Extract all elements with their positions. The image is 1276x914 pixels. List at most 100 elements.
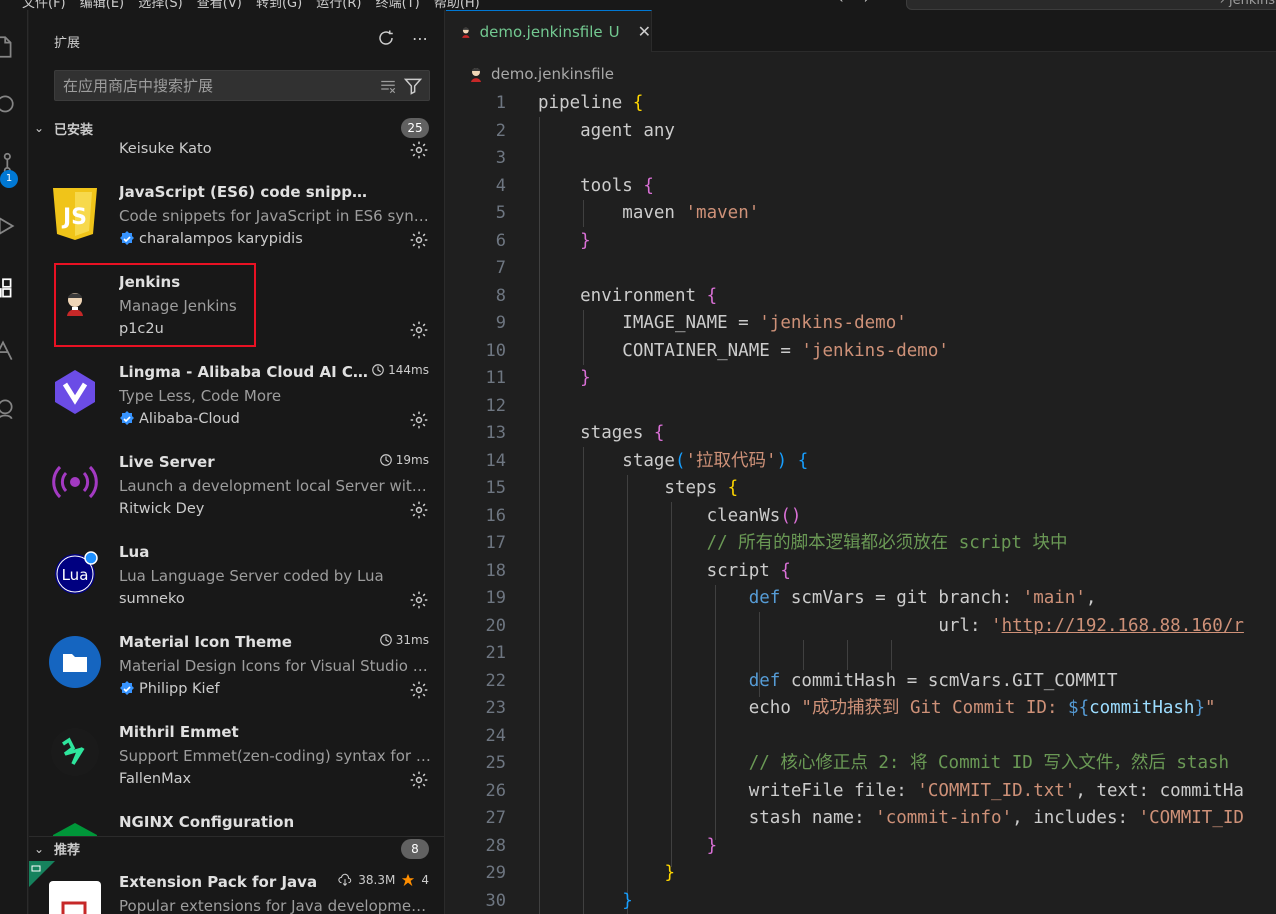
code-line[interactable]: 28 }: [446, 833, 1276, 861]
code-line[interactable]: 5 maven 'maven': [446, 200, 1276, 228]
code-line[interactable]: 19 def scmVars = git branch: 'main',: [446, 585, 1276, 613]
extension-item-mithril-emmet[interactable]: Mithril Emmet Support Emmet(zen-coding) …: [29, 711, 444, 801]
code-text: pipeline {: [538, 93, 644, 113]
line-number: 7: [495, 258, 506, 278]
code-text: agent any: [538, 120, 675, 141]
code-line[interactable]: 29 }: [446, 860, 1276, 888]
line-number: 8: [495, 285, 506, 306]
activation-time: 31ms: [379, 633, 429, 647]
extension-item-lingma[interactable]: Lingma - Alibaba Cloud AI Cod... 144ms T…: [29, 351, 444, 441]
gear-icon[interactable]: [409, 770, 429, 790]
code-line[interactable]: 26 writeFile file: 'COMMIT_ID.txt', text…: [446, 778, 1276, 806]
code-text: }: [580, 230, 591, 251]
code-line[interactable]: 6 }: [446, 228, 1276, 256]
code-line[interactable]: 14 stage('拉取代码') {: [446, 448, 1276, 476]
code-line[interactable]: 16 cleanWs(): [446, 503, 1276, 531]
code-text: writeFile file: 'COMMIT_ID.txt', text: c…: [538, 780, 1244, 801]
code-line[interactable]: 10 CONTAINER_NAME = 'jenkins-demo': [446, 338, 1276, 366]
code-text: stages {: [538, 423, 665, 443]
code-line[interactable]: 18 script {: [446, 558, 1276, 586]
star-icon: [402, 873, 415, 887]
extension-name: Lua: [119, 543, 150, 561]
breadcrumb[interactable]: demo.jenkinsfile: [468, 65, 614, 83]
extension-item-java-pack[interactable]: Extension Pack for Java 38.3M 4 Popular …: [29, 861, 444, 914]
code-line[interactable]: 12: [446, 393, 1276, 421]
jenkins-activity-icon[interactable]: [0, 396, 16, 422]
extension-item-js-snippets[interactable]: JS JavaScript (ES6) code snippets Code s…: [29, 171, 444, 261]
remote-explorer-icon[interactable]: [0, 338, 16, 364]
gear-icon[interactable]: [409, 680, 429, 700]
code-line[interactable]: 13 stages {: [446, 420, 1276, 448]
code-line[interactable]: 17 // 所有的脚本逻辑都必须放在 script 块中: [446, 530, 1276, 558]
code-line[interactable]: 24: [446, 723, 1276, 751]
code-text: maven 'maven': [538, 203, 760, 223]
code-line[interactable]: 23 echo "成功捕获到 Git Commit ID: ${commitHa…: [446, 695, 1276, 723]
explorer-icon[interactable]: [0, 34, 16, 60]
recommended-section-header[interactable]: ⌄ 推荐 8: [29, 836, 444, 860]
code-line[interactable]: 22 def commitHash = scmVars.GIT_COMMIT: [446, 668, 1276, 696]
extension-description: Material Design Icons for Visual Studio …: [119, 657, 431, 675]
gear-icon[interactable]: [409, 500, 429, 520]
close-icon[interactable]: ✕: [638, 22, 651, 41]
menu-items[interactable]: 文件(F) 编辑(E) 选择(S) 查看(V) 转到(G) 运行(R) 终端(T…: [22, 0, 480, 10]
line-number: 26: [485, 780, 506, 801]
sidebar-title: 扩展: [54, 36, 81, 51]
code-line[interactable]: 20 url: 'http://192.168.88.160/r: [446, 613, 1276, 641]
line-number: 27: [485, 808, 506, 828]
line-number: 15: [485, 478, 506, 498]
line-number: 16: [485, 505, 506, 526]
nav-arrows[interactable]: ‹›: [838, 0, 889, 7]
extension-name: Lingma - Alibaba Cloud AI Cod...: [119, 363, 369, 381]
code-text: steps {: [538, 478, 739, 498]
code-line[interactable]: 8 environment {: [446, 283, 1276, 311]
extension-item-nginx[interactable]: NGINX Configuration: [29, 801, 444, 837]
line-number: 22: [485, 670, 506, 691]
code-line[interactable]: 1 pipeline {: [446, 90, 1276, 118]
code-line[interactable]: 7: [446, 255, 1276, 283]
gear-icon[interactable]: [409, 590, 429, 610]
code-line[interactable]: 9 IMAGE_NAME = 'jenkins-demo': [446, 310, 1276, 338]
code-line[interactable]: 30 }: [446, 888, 1276, 914]
code-line[interactable]: 11 }: [446, 365, 1276, 393]
code-line[interactable]: 4 tools {: [446, 173, 1276, 201]
more-actions-icon[interactable]: ⋯: [410, 28, 430, 48]
refresh-icon[interactable]: [376, 28, 396, 48]
chevron-down-icon: ⌄: [34, 841, 45, 856]
code-line[interactable]: 3: [446, 145, 1276, 173]
extensions-sidebar: 扩展 ⋯ ⌄ 已安装 25 Keisuke Kato JS JavaScript…: [29, 10, 445, 914]
extension-item-lua[interactable]: Lua Lua Lua Language Server coded by Lua…: [29, 531, 444, 621]
gear-icon[interactable]: [409, 320, 429, 340]
command-center-text: › jenkins: [1219, 0, 1275, 8]
code-text: stash name: 'commit-info', includes: 'CO…: [538, 808, 1244, 828]
line-number: 11: [485, 368, 506, 388]
lua-logo-icon: Lua: [49, 546, 101, 598]
code-line[interactable]: 27 stash name: 'commit-info', includes: …: [446, 805, 1276, 833]
extensions-icon[interactable]: [0, 276, 16, 302]
command-center[interactable]: › jenkins: [906, 0, 1276, 10]
gear-icon[interactable]: [409, 230, 429, 250]
code-line[interactable]: 25 // 核心修正点 2: 将 Commit ID 写入文件，然后 stash: [446, 750, 1276, 778]
history-icon: [379, 454, 392, 466]
line-number: 30: [485, 890, 506, 911]
tab-demo-jenkinsfile[interactable]: demo.jenkinsfile U ✕: [446, 10, 652, 52]
code-text: def commitHash = scmVars.GIT_COMMIT: [748, 670, 1118, 691]
code-line[interactable]: 15 steps {: [446, 475, 1276, 503]
js-logo-icon: JS: [49, 186, 101, 240]
line-number: 9: [495, 313, 506, 333]
nginx-logo-icon: [49, 821, 101, 837]
gear-icon[interactable]: [409, 410, 429, 430]
extension-publisher: FallenMax: [119, 771, 192, 787]
annotation-highlight-box: [54, 263, 256, 347]
menu-bar: 文件(F) 编辑(E) 选择(S) 查看(V) 转到(G) 运行(R) 终端(T…: [0, 0, 1276, 10]
run-debug-icon[interactable]: [0, 213, 16, 239]
extension-name: JavaScript (ES6) code snippets: [119, 183, 369, 201]
code-line[interactable]: 2 agent any: [446, 118, 1276, 146]
extension-item-keisuke[interactable]: Keisuke Kato: [29, 81, 444, 171]
line-number: 25: [485, 753, 506, 773]
code-line[interactable]: 21: [446, 640, 1276, 668]
gear-icon[interactable]: [409, 140, 429, 160]
extension-description: Type Less, Code More: [119, 387, 282, 405]
search-icon[interactable]: [0, 92, 16, 118]
extension-item-live-server[interactable]: Live Server 19ms Launch a development lo…: [29, 441, 444, 531]
extension-item-material-icon-theme[interactable]: Material Icon Theme 31ms Material Design…: [29, 621, 444, 711]
